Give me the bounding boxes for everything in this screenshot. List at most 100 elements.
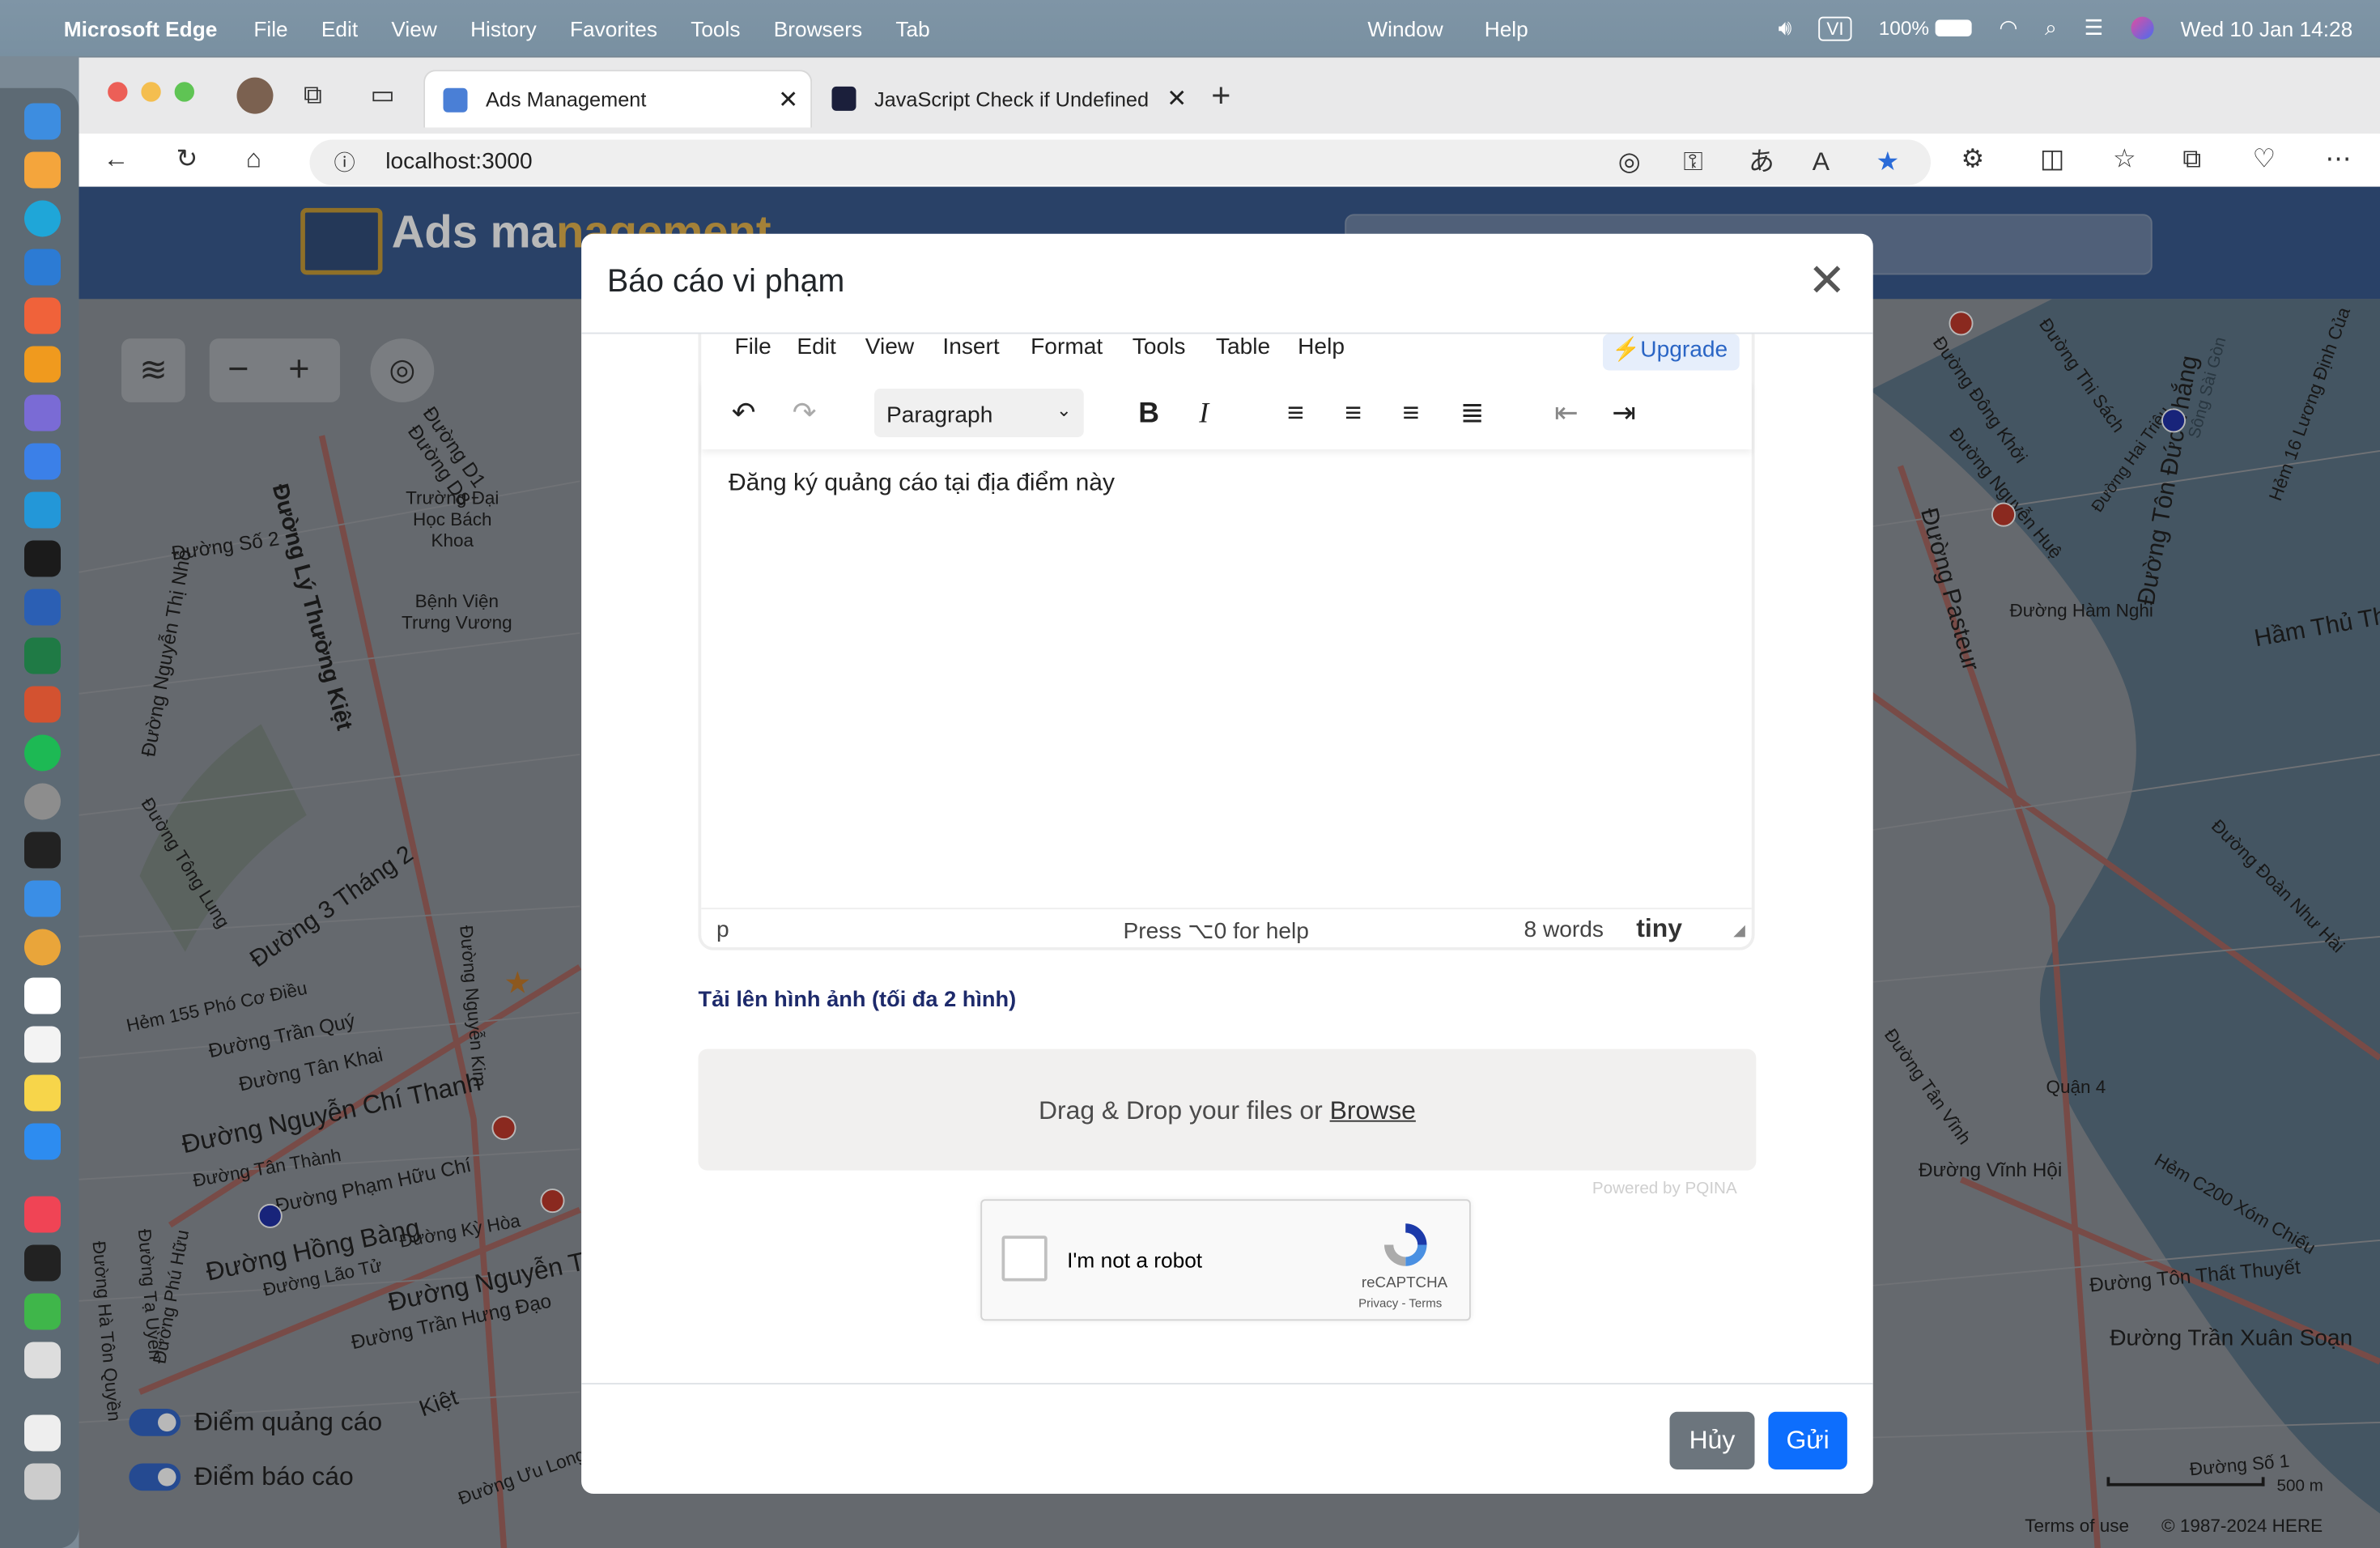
read-aloud-icon[interactable]: A <box>1813 147 1830 178</box>
site-info-icon[interactable]: ⓘ <box>334 147 355 178</box>
postman-icon[interactable] <box>24 297 61 334</box>
powered-by-text[interactable]: Powered by PQINA <box>1592 1180 1737 1198</box>
reminders-icon[interactable] <box>24 1026 61 1063</box>
redo-icon[interactable]: ↷ <box>793 395 817 435</box>
reload-icon[interactable]: ↻ <box>176 144 198 175</box>
home-icon[interactable]: ⌂ <box>246 144 261 175</box>
wifi-icon[interactable]: ◠ <box>1999 15 2017 41</box>
url-text[interactable]: localhost:3000 <box>385 149 532 175</box>
block-format-select[interactable]: Paragraph ⌄ <box>874 389 1084 437</box>
workspaces-icon[interactable]: ⧉ <box>304 80 322 111</box>
terminal-icon[interactable] <box>24 540 61 577</box>
tiny-logo[interactable]: tiny <box>1636 914 1682 945</box>
menubar-app-name[interactable]: Microsoft Edge <box>64 16 218 40</box>
music-icon[interactable] <box>24 1196 61 1233</box>
element-path[interactable]: p <box>716 917 729 943</box>
app-store-icon[interactable] <box>24 1123 61 1160</box>
docker-icon[interactable] <box>24 491 61 529</box>
translate-icon[interactable]: あ <box>1749 147 1774 178</box>
menubar-view[interactable]: View <box>391 16 436 40</box>
cancel-button[interactable]: Hủy <box>1669 1411 1755 1469</box>
editor-menu-file[interactable]: File <box>735 334 771 360</box>
battery-indicator[interactable]: 100% <box>1879 17 1972 40</box>
editor-menu-view[interactable]: View <box>865 334 914 360</box>
spotify-icon[interactable] <box>24 734 61 772</box>
window-close-button[interactable] <box>108 82 128 102</box>
mail-icon[interactable] <box>24 880 61 917</box>
align-justify-icon[interactable]: ≣ <box>1460 395 1485 435</box>
favorite-star-icon[interactable]: ★ <box>1876 147 1900 178</box>
undo-icon[interactable]: ↶ <box>732 395 756 435</box>
documents-icon[interactable] <box>24 1414 61 1452</box>
outdent-icon[interactable]: ⇤ <box>1554 395 1579 435</box>
browser-essentials-icon[interactable]: ♡ <box>2253 144 2276 175</box>
editor-menu-format[interactable]: Format <box>1031 334 1103 360</box>
recaptcha-privacy-terms[interactable]: Privacy - Terms <box>1358 1296 1442 1310</box>
url-bar[interactable]: ⓘ localhost:3000 ◎ ⚿ あ A ★ <box>309 139 1931 185</box>
browse-link[interactable]: Browse <box>1330 1096 1416 1125</box>
extensions-icon[interactable]: ⚙ <box>1961 144 1985 175</box>
tab-javascript-check[interactable]: JavaScript Check if Undefined ✕ <box>814 70 1199 127</box>
bold-icon[interactable]: B <box>1138 395 1159 435</box>
vertical-tabs-icon[interactable]: ▭ <box>371 80 395 111</box>
preview-icon[interactable] <box>24 1342 61 1379</box>
menubar-edit[interactable]: Edit <box>321 16 358 40</box>
password-key-icon[interactable]: ⚿ <box>1683 147 1702 178</box>
editor-menu-table[interactable]: Table <box>1216 334 1270 360</box>
resize-handle-icon[interactable]: ◢ <box>1733 923 1745 940</box>
trash-icon[interactable] <box>24 1463 61 1500</box>
vscode-icon[interactable] <box>24 249 61 286</box>
activity-monitor-icon[interactable] <box>24 831 61 869</box>
close-tab-icon[interactable]: ✕ <box>1167 83 1187 114</box>
location-icon[interactable]: ◎ <box>1618 147 1641 178</box>
input-source-indicator[interactable]: VI <box>1818 15 1852 40</box>
italic-icon[interactable]: I <box>1199 395 1209 435</box>
tab-ads-management[interactable]: Ads Management ✕ <box>423 70 813 128</box>
editor-menu-edit[interactable]: Edit <box>797 334 835 360</box>
tableplus-icon[interactable] <box>24 394 61 432</box>
recaptcha-checkbox[interactable] <box>1001 1235 1048 1282</box>
word-icon[interactable] <box>24 589 61 626</box>
editor-menu-tools[interactable]: Tools <box>1133 334 1186 360</box>
back-icon[interactable]: ← <box>104 144 130 175</box>
volume-icon[interactable]: 🔊︎ <box>1779 15 1792 41</box>
window-zoom-button[interactable] <box>174 82 194 102</box>
finder-icon[interactable] <box>24 103 61 140</box>
profile-avatar[interactable] <box>236 77 274 114</box>
window-minimize-button[interactable] <box>141 82 161 102</box>
split-screen-icon[interactable]: ◫ <box>2040 144 2064 175</box>
menubar-tab[interactable]: Tab <box>895 16 929 40</box>
close-tab-icon[interactable]: ✕ <box>778 85 798 116</box>
siri-icon[interactable] <box>2130 16 2153 40</box>
spotlight-search-icon[interactable]: ⌕ <box>2045 15 2057 41</box>
new-tab-icon[interactable]: + <box>1211 79 1230 112</box>
editor-menu-insert[interactable]: Insert <box>942 334 999 360</box>
menubar-tools[interactable]: Tools <box>691 16 740 40</box>
align-center-icon[interactable]: ≡ <box>1345 395 1362 435</box>
edge-icon[interactable] <box>24 200 61 237</box>
upgrade-button[interactable]: ⚡Upgrade <box>1603 334 1740 371</box>
close-icon[interactable]: ✕ <box>1808 259 1846 304</box>
editor-content[interactable]: Đăng ký quảng cáo tại địa điểm này <box>729 470 1115 498</box>
menubar-browsers[interactable]: Browsers <box>774 16 862 40</box>
word-count[interactable]: 8 words <box>1524 917 1604 943</box>
indent-icon[interactable]: ⇥ <box>1612 395 1636 435</box>
menubar-file[interactable]: File <box>253 16 287 40</box>
capcut-icon[interactable] <box>24 1244 61 1282</box>
file-dropzone[interactable]: Drag & Drop your files or Browse <box>698 1048 1757 1171</box>
menubar-favorites[interactable]: Favorites <box>570 16 657 40</box>
calendar-icon[interactable] <box>24 977 61 1014</box>
system-settings-icon[interactable] <box>24 783 61 820</box>
favorites-icon[interactable]: ☆ <box>2113 144 2136 175</box>
collections-icon[interactable]: ⧉ <box>2182 144 2201 175</box>
launchpad-icon[interactable] <box>24 151 61 189</box>
app-icon[interactable] <box>24 443 61 480</box>
menubar-clock[interactable]: Wed 10 Jan 14:28 <box>2181 16 2353 40</box>
menubar-help[interactable]: Help <box>1485 16 1528 40</box>
app-icon-2[interactable] <box>24 1293 61 1330</box>
menubar-history[interactable]: History <box>470 16 537 40</box>
menubar-window[interactable]: Window <box>1367 16 1443 40</box>
powerpoint-icon[interactable] <box>24 686 61 723</box>
editor-menu-help[interactable]: Help <box>1298 334 1345 360</box>
align-left-icon[interactable]: ≡ <box>1287 395 1304 435</box>
